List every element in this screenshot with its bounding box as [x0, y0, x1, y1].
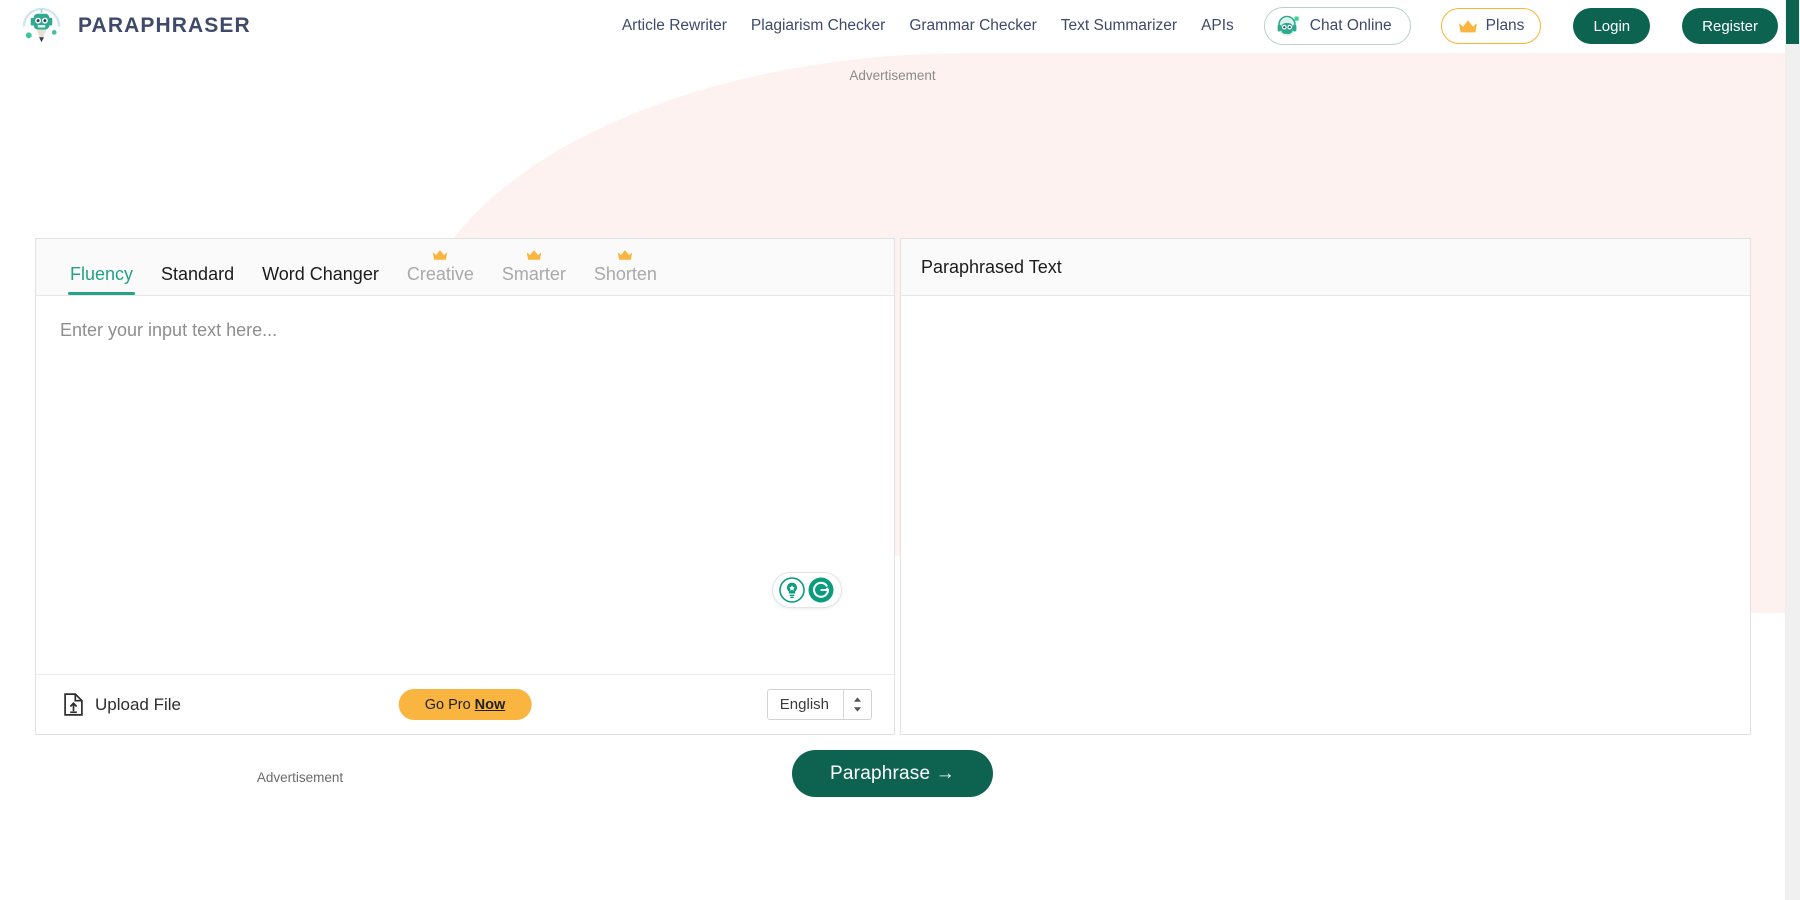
- tab-word-changer[interactable]: Word Changer: [248, 265, 393, 295]
- go-pro-button[interactable]: Go Pro Now: [398, 689, 532, 720]
- cta-container: Paraphrase →: [0, 750, 1785, 797]
- paraphrase-button[interactable]: Paraphrase →: [792, 750, 993, 797]
- input-placeholder: Enter your input text here...: [60, 320, 278, 340]
- upload-file-button[interactable]: Upload File: [64, 693, 181, 716]
- mode-tabs: Fluency Standard Word Changer Creative S…: [36, 239, 894, 296]
- nav-link-apis[interactable]: APIs: [1201, 17, 1234, 35]
- site-header: PARAPHRASER Article Rewriter Plagiarism …: [0, 0, 1800, 53]
- workspace: Fluency Standard Word Changer Creative S…: [35, 238, 1751, 735]
- page-scrollbar-track[interactable]: [1785, 0, 1800, 900]
- nav-link-grammar-checker[interactable]: Grammar Checker: [909, 17, 1036, 35]
- login-button[interactable]: Login: [1573, 8, 1651, 44]
- nav-link-text-summarizer[interactable]: Text Summarizer: [1061, 17, 1177, 35]
- page-scrollbar-thumb[interactable]: [1786, 0, 1799, 44]
- chevron-updown-icon[interactable]: [844, 696, 871, 713]
- language-select[interactable]: English: [766, 689, 872, 720]
- chat-online-label: Chat Online: [1309, 17, 1392, 34]
- crown-icon: [433, 250, 448, 260]
- tab-fluency[interactable]: Fluency: [56, 265, 147, 295]
- plans-button[interactable]: Plans: [1440, 8, 1542, 44]
- language-value: English: [779, 696, 829, 713]
- tab-smarter-label: Smarter: [501, 264, 566, 284]
- brand-name: PARAPHRASER: [78, 14, 251, 37]
- chat-online-button[interactable]: Chat Online: [1263, 7, 1411, 45]
- go-pro-prefix: Go Pro: [424, 696, 475, 713]
- output-panel: Paraphrased Text: [900, 238, 1751, 735]
- nav-link-article-rewriter[interactable]: Article Rewriter: [622, 17, 727, 35]
- tab-fluency-label: Fluency: [70, 264, 134, 284]
- lightbulb-icon[interactable]: [779, 577, 805, 603]
- tab-shorten-label: Shorten: [593, 264, 657, 284]
- nav-link-plagiarism-checker[interactable]: Plagiarism Checker: [751, 17, 885, 35]
- go-pro-now: Now: [474, 696, 506, 713]
- advertisement-top-label: Advertisement: [849, 68, 936, 83]
- crown-icon: [526, 250, 542, 260]
- upload-file-label: Upload File: [95, 694, 181, 714]
- register-button[interactable]: Register: [1682, 8, 1778, 44]
- output-panel-title: Paraphrased Text: [901, 239, 1750, 296]
- tab-creative[interactable]: Creative: [393, 250, 488, 295]
- crown-icon: [1458, 19, 1477, 32]
- robot-pencil-logo: [22, 7, 61, 42]
- main-nav: Article Rewriter Plagiarism Checker Gram…: [622, 7, 1778, 45]
- robot-headset-icon: [1273, 12, 1301, 40]
- tab-smarter[interactable]: Smarter: [488, 250, 580, 295]
- editor-tools: [772, 572, 842, 608]
- file-upload-icon: [64, 693, 83, 716]
- input-textarea[interactable]: Enter your input text here...: [36, 296, 894, 674]
- tab-standard-label: Standard: [161, 264, 235, 284]
- grammarly-refresh-icon[interactable]: [807, 576, 835, 604]
- crown-icon: [618, 250, 633, 260]
- tab-standard[interactable]: Standard: [147, 265, 248, 295]
- tab-shorten[interactable]: Shorten: [580, 250, 671, 295]
- input-panel: Fluency Standard Word Changer Creative S…: [35, 238, 895, 735]
- plans-label: Plans: [1485, 17, 1525, 34]
- output-textarea[interactable]: [901, 296, 1750, 734]
- tab-creative-label: Creative: [406, 264, 474, 284]
- tab-word-changer-label: Word Changer: [262, 264, 379, 284]
- brand[interactable]: PARAPHRASER: [18, 3, 251, 50]
- page-root: PARAPHRASER Article Rewriter Plagiarism …: [0, 0, 1800, 900]
- input-toolbar: Upload File Go Pro Now English: [36, 674, 894, 734]
